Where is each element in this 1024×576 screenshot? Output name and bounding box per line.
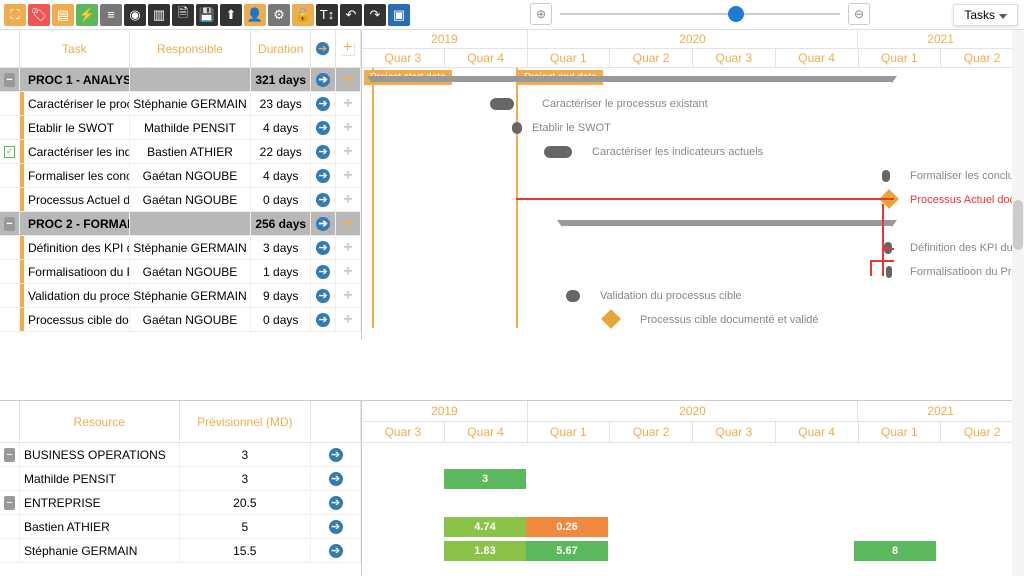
collapse-icon[interactable]: − [4, 73, 15, 87]
fullscreen-icon[interactable]: ▣ [388, 4, 410, 26]
task-row[interactable]: Caractériser le procStéphanie GERMAIN23 … [0, 92, 361, 116]
task-row[interactable]: −PROC 1 - ANALYS321 days➔+ [0, 68, 361, 92]
save-icon[interactable]: 💾 [196, 4, 218, 26]
add-icon[interactable]: + [341, 289, 355, 303]
gantt-chart: 201920202021 Quar 3Quar 4Quar 1Quar 2Qua… [362, 30, 1024, 340]
add-icon[interactable]: + [341, 217, 355, 231]
add-icon[interactable]: + [341, 97, 355, 111]
action-icon[interactable]: ➔ [329, 472, 343, 486]
undo-icon[interactable]: ↶ [340, 4, 362, 26]
action-icon[interactable]: ➔ [316, 289, 330, 303]
task-row[interactable]: ✓Caractériser les indBastien ATHIER22 da… [0, 140, 361, 164]
add-icon[interactable]: + [341, 193, 355, 207]
col-task: Task [20, 30, 130, 68]
copy-icon[interactable]: ▤ [52, 4, 74, 26]
settings-icon[interactable]: ⚙ [268, 4, 290, 26]
task-row[interactable]: Etablir le SWOTMathilde PENSIT4 days➔+ [0, 116, 361, 140]
expand-icon[interactable]: ⛶ [4, 4, 26, 26]
resource-row[interactable]: Bastien ATHIER5➔ [0, 515, 361, 539]
zoom-slider[interactable] [560, 13, 840, 15]
task-row[interactable]: Processus cible docGaétan NGOUBE0 days➔+ [0, 308, 361, 332]
add-icon[interactable]: + [341, 241, 355, 255]
action-icon[interactable]: ➔ [316, 217, 330, 231]
flash-icon[interactable]: ⚡ [76, 4, 98, 26]
action-icon[interactable]: ➔ [316, 193, 330, 207]
zoom-out-icon[interactable]: ⊖ [848, 3, 870, 25]
task-grid: Task Responsible Duration ➔ + −PROC 1 - … [0, 30, 362, 340]
action-icon[interactable]: ➔ [316, 97, 330, 111]
zoom-in-icon[interactable]: ⊕ [530, 3, 552, 25]
action-icon[interactable]: ➔ [329, 544, 343, 558]
lock-icon[interactable]: 🔓 [292, 4, 314, 26]
task-row[interactable]: Formaliser les concGaétan NGOUBE4 days➔+ [0, 164, 361, 188]
action-icon[interactable]: ➔ [316, 145, 330, 159]
file-icon[interactable]: 🗎 [172, 4, 194, 26]
columns-icon[interactable]: ▥ [148, 4, 170, 26]
add-icon[interactable]: + [341, 265, 355, 279]
add-icon[interactable]: + [341, 169, 355, 183]
vertical-scrollbar[interactable] [1012, 30, 1024, 576]
list-icon[interactable]: ≡ [100, 4, 122, 26]
task-row[interactable]: Formalisatioon du PGaétan NGOUBE1 days➔+ [0, 260, 361, 284]
text-size-icon[interactable]: T↕ [316, 4, 338, 26]
redo-icon[interactable]: ↷ [364, 4, 386, 26]
add-icon[interactable]: + [341, 145, 355, 159]
add-icon[interactable]: + [341, 121, 355, 135]
action-icon[interactable]: ➔ [316, 265, 330, 279]
col-responsible: Responsible [130, 30, 252, 68]
resource-row[interactable]: −BUSINESS OPERATIONS3➔ [0, 443, 361, 467]
action-icon[interactable]: ➔ [316, 313, 330, 327]
upload-icon[interactable]: ⬆ [220, 4, 242, 26]
action-icon[interactable]: ➔ [316, 241, 330, 255]
chevron-down-icon [999, 14, 1007, 19]
load-chart: 201920202021 Quar 3Quar 4Quar 1Quar 2Qua… [362, 401, 1024, 576]
resource-row[interactable]: Stéphanie GERMAIN15.5➔ [0, 539, 361, 563]
action-icon[interactable]: ➔ [316, 42, 330, 56]
task-row[interactable]: Processus Actuel dGaétan NGOUBE0 days➔+ [0, 188, 361, 212]
col-resource: Resource [20, 401, 180, 443]
eye-icon[interactable]: ◉ [124, 4, 146, 26]
add-icon[interactable]: + [341, 313, 355, 327]
add-icon[interactable]: + [341, 42, 355, 56]
zoom-control: ⊕ ⊖ [530, 3, 870, 25]
action-icon[interactable]: ➔ [329, 520, 343, 534]
col-duration: Duration [251, 30, 311, 68]
task-row[interactable]: −PROC 2 - FORMAL256 days➔+ [0, 212, 361, 236]
task-row[interactable]: Validation du proceStéphanie GERMAIN9 da… [0, 284, 361, 308]
add-icon[interactable]: + [341, 73, 355, 87]
col-previsionnel: Prévisionnel (MD) [180, 401, 312, 443]
collapse-icon[interactable]: − [4, 496, 15, 510]
action-icon[interactable]: ➔ [316, 169, 330, 183]
tasks-dropdown[interactable]: Tasks [953, 4, 1018, 26]
action-icon[interactable]: ➔ [316, 121, 330, 135]
resource-row[interactable]: −ENTREPRISE20.5➔ [0, 491, 361, 515]
action-icon[interactable]: ➔ [316, 73, 330, 87]
toolbar: ⛶ 🏷 ▤ ⚡ ≡ ◉ ▥ 🗎 💾 ⬆ 👤 ⚙ 🔓 T↕ ↶ ↷ ▣ [0, 0, 1024, 30]
user-icon[interactable]: 👤 [244, 4, 266, 26]
resource-grid: Resource Prévisionnel (MD) −BUSINESS OPE… [0, 401, 362, 576]
collapse-icon[interactable]: − [4, 448, 15, 462]
collapse-icon[interactable]: − [4, 217, 15, 231]
task-row[interactable]: Définition des KPI dStéphanie GERMAIN3 d… [0, 236, 361, 260]
tag-icon[interactable]: 🏷 [28, 4, 50, 26]
action-icon[interactable]: ➔ [329, 448, 343, 462]
action-icon[interactable]: ➔ [329, 496, 343, 510]
resource-row[interactable]: Mathilde PENSIT3➔ [0, 467, 361, 491]
